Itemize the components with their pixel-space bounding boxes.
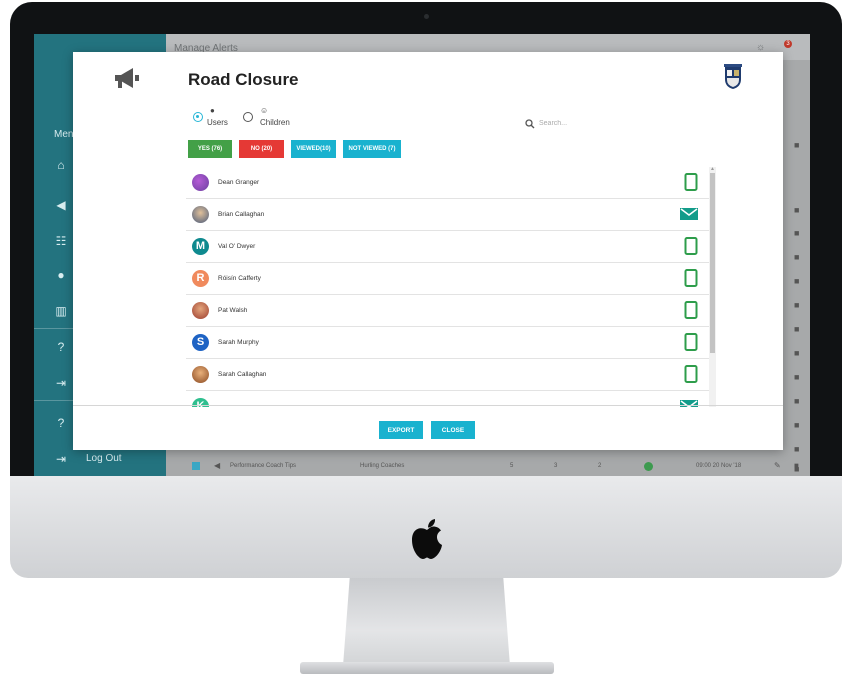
row-count: 5 (510, 463, 514, 469)
imac-stand (343, 578, 510, 666)
list-item[interactable]: R Róisín Cafferty (186, 263, 710, 295)
help-icon[interactable]: ? (54, 340, 68, 354)
search-icon (525, 119, 535, 129)
phone-icon (684, 301, 698, 319)
row-checkbox[interactable] (192, 462, 200, 470)
child-face-icon: ☺ (260, 106, 269, 115)
avatar (192, 174, 209, 191)
close-button[interactable]: CLOSE (431, 421, 475, 439)
recipient-name: Dean Granger (218, 179, 260, 186)
export-button[interactable]: EXPORT (379, 421, 423, 439)
avatar (192, 206, 209, 223)
list-item[interactable]: M Val O' Dwyer (186, 231, 710, 263)
check-circle-icon (644, 462, 653, 471)
phone-icon (684, 365, 698, 383)
logout-label[interactable]: Log Out (86, 453, 122, 464)
megaphone-icon (115, 68, 139, 88)
phone-icon (684, 269, 698, 287)
megaphone-icon: ◀ (214, 461, 221, 470)
list-item[interactable]: Sarah Callaghan (186, 359, 710, 391)
scroll-up-icon[interactable]: ▲ (710, 167, 715, 172)
edit-icon[interactable]: ✎ (774, 461, 781, 470)
delete-icon[interactable]: ■ (794, 461, 799, 470)
users-label[interactable]: Users (207, 118, 228, 127)
list-item[interactable]: Dean Granger (186, 167, 710, 199)
imac-stand-base (300, 662, 554, 674)
delete-icon[interactable]: ■ (794, 140, 799, 150)
filter-not-viewed-button[interactable]: NOT VIEWED (7) (343, 140, 401, 158)
avatar: R (192, 270, 209, 287)
person-icon[interactable]: ● (54, 268, 68, 282)
user-icon: ● (210, 106, 215, 115)
apple-logo-icon (412, 519, 442, 559)
phone-icon (684, 173, 698, 191)
reports-icon[interactable]: ▥ (54, 304, 68, 318)
phone-icon (684, 333, 698, 351)
recipient-name: Róisín Cafferty (218, 275, 261, 282)
imac-mockup: Menu ⌂ ◀ ☷ ● ▥ ? ⇥ ? ⇥ Log Out Manage Al… (0, 0, 842, 679)
footer-divider (73, 405, 783, 406)
children-radio[interactable] (243, 112, 253, 122)
help-icon[interactable]: ? (54, 416, 68, 430)
row-count: 2 (598, 463, 602, 469)
logout-icon[interactable]: ⇥ (54, 452, 68, 466)
modal-title: Road Closure (188, 70, 299, 89)
row-group: Hurling Coaches (360, 463, 405, 469)
delete-icon[interactable]: ■ (794, 420, 799, 430)
delete-icon[interactable]: ■ (794, 276, 799, 286)
row-title: Performance Coach Tips (230, 463, 297, 469)
delete-icon[interactable]: ■ (794, 396, 799, 406)
table-row[interactable]: ◀ Performance Coach Tips Hurling Coaches… (188, 460, 808, 474)
recipient-name: Pat Walsh (218, 307, 248, 314)
users-radio[interactable] (193, 112, 203, 122)
delete-icon[interactable]: ■ (794, 228, 799, 238)
email-icon (680, 208, 698, 220)
recipient-list: Dean Granger Brian Callaghan M Val O' Dw… (186, 167, 718, 407)
camera-dot (424, 14, 429, 19)
list-item[interactable]: Brian Callaghan (186, 199, 710, 231)
row-time: 09:00 20 Nov '18 (696, 463, 742, 469)
more-icon[interactable]: ⋮ (806, 42, 810, 53)
delete-icon[interactable]: ■ (794, 444, 799, 454)
row-count: 3 (554, 463, 558, 469)
recipient-name: Sarah Callaghan (218, 371, 267, 378)
signin-icon[interactable]: ⇥ (54, 376, 68, 390)
home-icon[interactable]: ⌂ (54, 158, 68, 172)
search-input[interactable] (539, 117, 659, 129)
avatar (192, 302, 209, 319)
recipient-name: Brian Callaghan (218, 211, 265, 218)
delete-icon[interactable]: ■ (794, 324, 799, 334)
avatar: M (192, 238, 209, 255)
filter-viewed-button[interactable]: VIEWED(10) (291, 140, 336, 158)
club-crest-icon (724, 64, 742, 89)
recipients-modal: Road Closure ● Users ☺ Children YES (76)… (73, 52, 783, 450)
avatar (192, 366, 209, 383)
megaphone-nav-icon[interactable]: ◀ (54, 198, 68, 212)
filter-yes-button[interactable]: YES (76) (188, 140, 232, 158)
avatar: S (192, 334, 209, 351)
filter-no-button[interactable]: NO (20) (239, 140, 284, 158)
delete-icon[interactable]: ■ (794, 205, 799, 215)
groups-icon[interactable]: ☷ (54, 234, 68, 248)
recipient-name: Sarah Murphy (218, 339, 259, 346)
notification-badge[interactable]: 3 (784, 40, 792, 48)
children-label[interactable]: Children (260, 118, 290, 127)
scroll-thumb[interactable] (710, 173, 715, 353)
recipient-name: Val O' Dwyer (218, 243, 256, 250)
list-item[interactable]: Pat Walsh (186, 295, 710, 327)
delete-icon[interactable]: ■ (794, 372, 799, 382)
phone-icon (684, 237, 698, 255)
list-item[interactable]: S Sarah Murphy (186, 327, 710, 359)
delete-icon[interactable]: ■ (794, 300, 799, 310)
delete-icon[interactable]: ■ (794, 252, 799, 262)
list-scrollbar[interactable]: ▲ (709, 167, 716, 407)
delete-icon[interactable]: ■ (794, 348, 799, 358)
